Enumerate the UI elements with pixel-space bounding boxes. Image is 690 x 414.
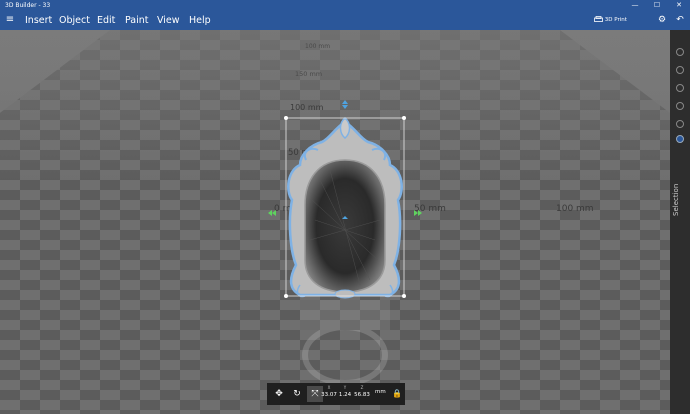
ruler-label-top: 100 mm — [305, 43, 330, 50]
tool-icon-2[interactable] — [676, 66, 684, 74]
selection-icon[interactable] — [676, 135, 684, 143]
corner-handle[interactable] — [402, 116, 406, 120]
menu-insert[interactable]: Insert — [25, 11, 52, 30]
corner-handle[interactable] — [402, 294, 406, 298]
menu-edit[interactable]: Edit — [97, 11, 115, 30]
minimize-button[interactable]: — — [624, 0, 646, 11]
menu-bar: ≡ Insert Object Edit Paint View Help 3D … — [0, 11, 690, 30]
ruler-label-150: 150 mm — [295, 70, 322, 78]
unit-selector[interactable]: mm — [375, 389, 386, 395]
corner-handle[interactable] — [284, 116, 288, 120]
tool-icon-1[interactable] — [676, 48, 684, 56]
menu-paint[interactable]: Paint — [125, 11, 149, 30]
rotate-icon: ↻ — [293, 389, 301, 399]
y-coordinate[interactable]: Y 1.24 — [336, 385, 354, 400]
scene-canvas[interactable]: 100 mm 150 mm 100 mm 50 mm 0 mm 50 mm 10… — [0, 30, 670, 414]
transform-toolbar: ✥ ↻ ⤧ X 33.07 Y 1.24 Z 56.83 mm 🔒 — [267, 383, 405, 405]
lock-button[interactable]: 🔒 — [389, 386, 405, 402]
move-icon: ✥ — [275, 389, 283, 399]
tool-icon-3[interactable] — [676, 84, 684, 92]
menu-help[interactable]: Help — [189, 11, 211, 30]
menu-view[interactable]: View — [157, 11, 180, 30]
maximize-button[interactable]: ☐ — [646, 0, 668, 11]
3d-viewport[interactable]: 100 mm 150 mm 100 mm 50 mm 0 mm 50 mm 10… — [0, 30, 670, 414]
window-title: 3D Builder - 33 — [5, 2, 51, 9]
move-tool-button[interactable]: ✥ — [271, 386, 287, 402]
selection-panel-label[interactable]: Selection — [672, 180, 688, 220]
tool-icon-4[interactable] — [676, 102, 684, 110]
lock-icon: 🔒 — [392, 389, 402, 398]
menu-object[interactable]: Object — [59, 11, 90, 30]
right-sidebar: Selection — [670, 30, 690, 414]
corner-handle[interactable] — [284, 294, 288, 298]
rotate-tool-button[interactable]: ↻ — [289, 386, 305, 402]
y-value[interactable]: 1.24 — [336, 390, 354, 400]
z-coordinate[interactable]: Z 56.83 — [353, 385, 371, 400]
printer-icon — [594, 16, 603, 22]
ruler-label-100-x: 100 mm — [556, 204, 594, 214]
z-value[interactable]: 56.83 — [353, 390, 371, 400]
scale-icon: ⤧ — [311, 389, 319, 399]
tool-icon-5[interactable] — [676, 120, 684, 128]
gear-icon: ⚙ — [658, 15, 667, 25]
title-bar: 3D Builder - 33 — ☐ ✕ — [0, 0, 690, 11]
3d-print-label: 3D Print — [604, 17, 627, 23]
3d-print-button[interactable]: 3D Print — [594, 14, 632, 27]
undo-button[interactable]: ↶ — [672, 12, 688, 28]
settings-button[interactable]: ⚙ — [658, 14, 670, 27]
ruler-label-100-y: 100 mm — [290, 103, 324, 112]
hamburger-menu-icon[interactable]: ≡ — [4, 14, 16, 26]
close-button[interactable]: ✕ — [668, 0, 690, 11]
undo-icon: ↶ — [676, 15, 684, 25]
